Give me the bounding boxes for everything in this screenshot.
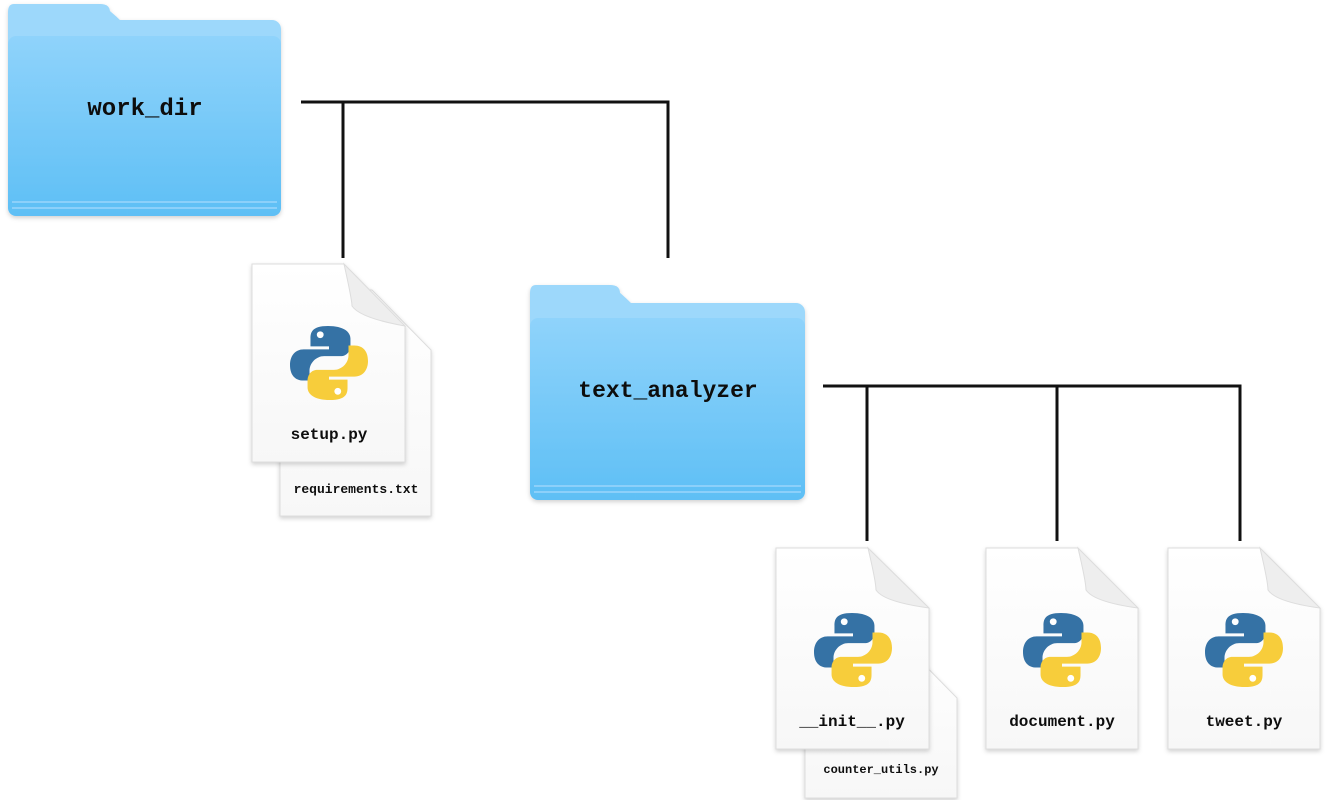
file-label: requirements.txt	[294, 482, 419, 497]
document-py-file[interactable]: document.py	[985, 546, 1140, 750]
work-dir-folder[interactable]: work_dir	[8, 4, 281, 216]
text-analyzer-folder[interactable]: text_analyzer	[530, 285, 805, 500]
tweet-py-file[interactable]: tweet.py	[1167, 546, 1322, 750]
folder-label: text_analyzer	[578, 378, 757, 404]
folder-body	[530, 318, 805, 500]
folder-body	[8, 36, 281, 216]
connector-work-dir-main	[301, 100, 670, 258]
init-py-file[interactable]: __init__.py	[775, 546, 931, 750]
file-label: counter_utils.py	[823, 763, 938, 777]
folder-label: work_dir	[87, 96, 202, 123]
file-label: document.py	[1009, 713, 1115, 731]
directory-tree-diagram: work_dir requirements.txt setup.py text_…	[8, 4, 1322, 799]
file-label: setup.py	[291, 426, 368, 444]
setup-py-file[interactable]: setup.py	[251, 262, 407, 463]
file-label: tweet.py	[1206, 713, 1283, 731]
connector-text-analyzer-main	[823, 384, 1242, 541]
file-label: __init__.py	[798, 713, 905, 731]
